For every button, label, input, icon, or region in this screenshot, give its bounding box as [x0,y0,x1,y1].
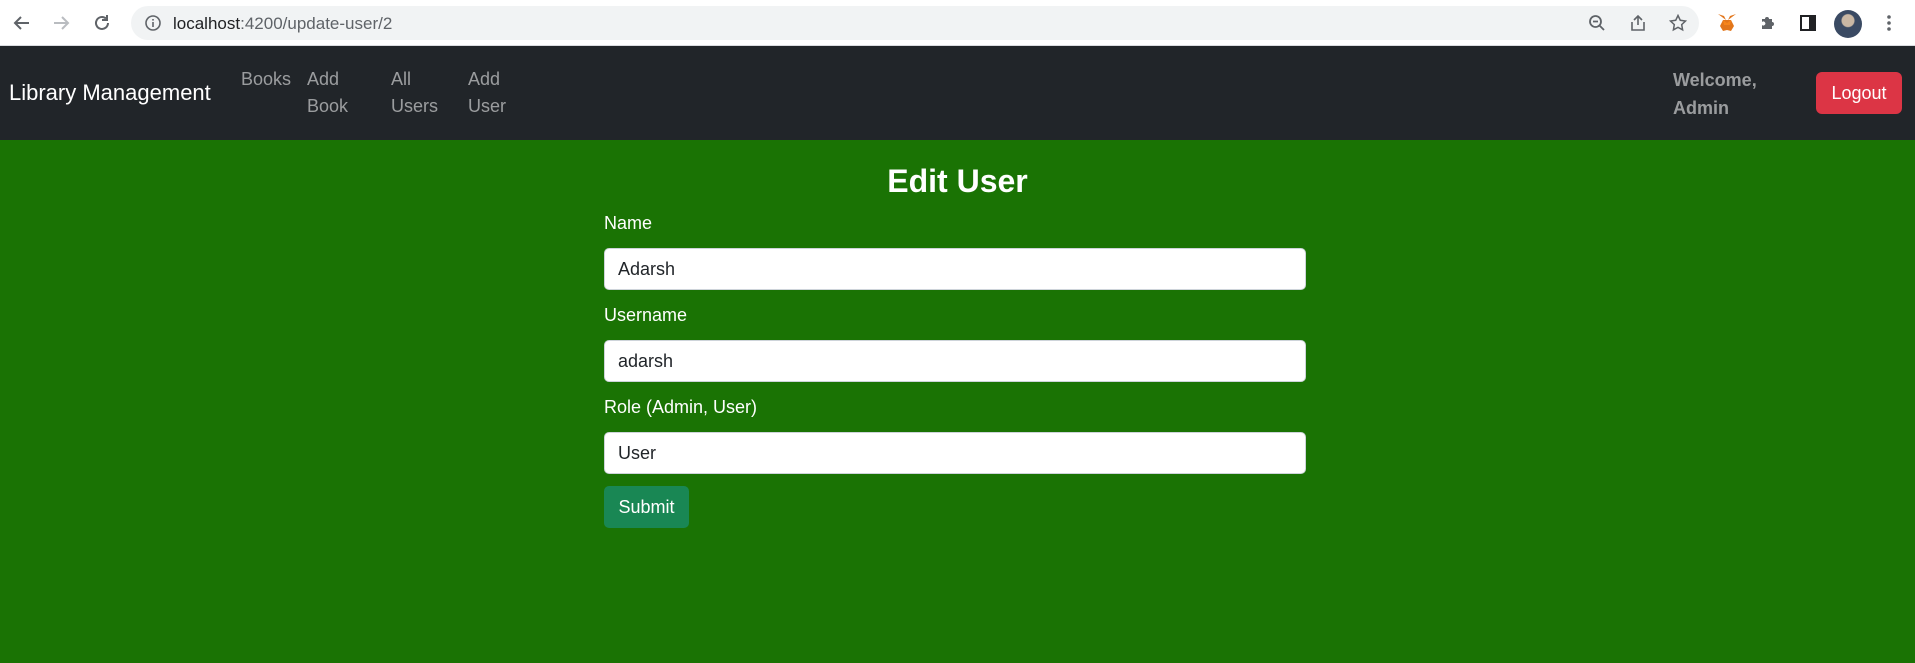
name-field[interactable] [604,248,1306,290]
welcome-text: Welcome, Admin [1673,70,1757,118]
profile-avatar[interactable] [1834,10,1862,38]
url-text: localhost:4200/update-user/2 [173,14,393,33]
username-label: Username [604,305,688,325]
logout-button[interactable]: Logout [1816,72,1902,114]
nav-link-add-book[interactable]: Add Book [307,66,348,120]
navbar-brand[interactable]: Library Management [9,80,211,106]
reload-icon[interactable] [88,9,116,37]
extensions-puzzle-icon[interactable] [1755,10,1781,36]
address-bar[interactable]: localhost:4200/update-user/2 [131,6,1699,40]
back-arrow-icon[interactable] [8,9,36,37]
role-field[interactable] [604,432,1306,474]
page-title: Edit User [887,163,1028,199]
nav-link-books[interactable]: Books [241,66,291,93]
bookmark-star-icon[interactable] [1667,12,1689,34]
site-info-icon[interactable] [144,14,162,37]
metamask-fox-icon[interactable] [1714,10,1740,36]
forward-arrow-icon[interactable] [47,9,75,37]
name-label: Name [604,213,653,233]
nav-link-all-users[interactable]: All Users [391,66,438,120]
side-panel-icon[interactable] [1795,10,1821,36]
submit-button[interactable]: Submit [604,486,689,528]
browser-toolbar: localhost:4200/update-user/2 [0,0,1915,46]
role-label: Role (Admin, User) [604,397,758,417]
kebab-menu-icon[interactable] [1876,10,1902,36]
share-icon[interactable] [1627,12,1649,34]
zoom-icon[interactable] [1586,12,1608,34]
username-field[interactable] [604,340,1306,382]
nav-link-add-user[interactable]: Add User [468,66,506,120]
app-navbar: Library Management Books Add Book All Us… [0,46,1915,140]
